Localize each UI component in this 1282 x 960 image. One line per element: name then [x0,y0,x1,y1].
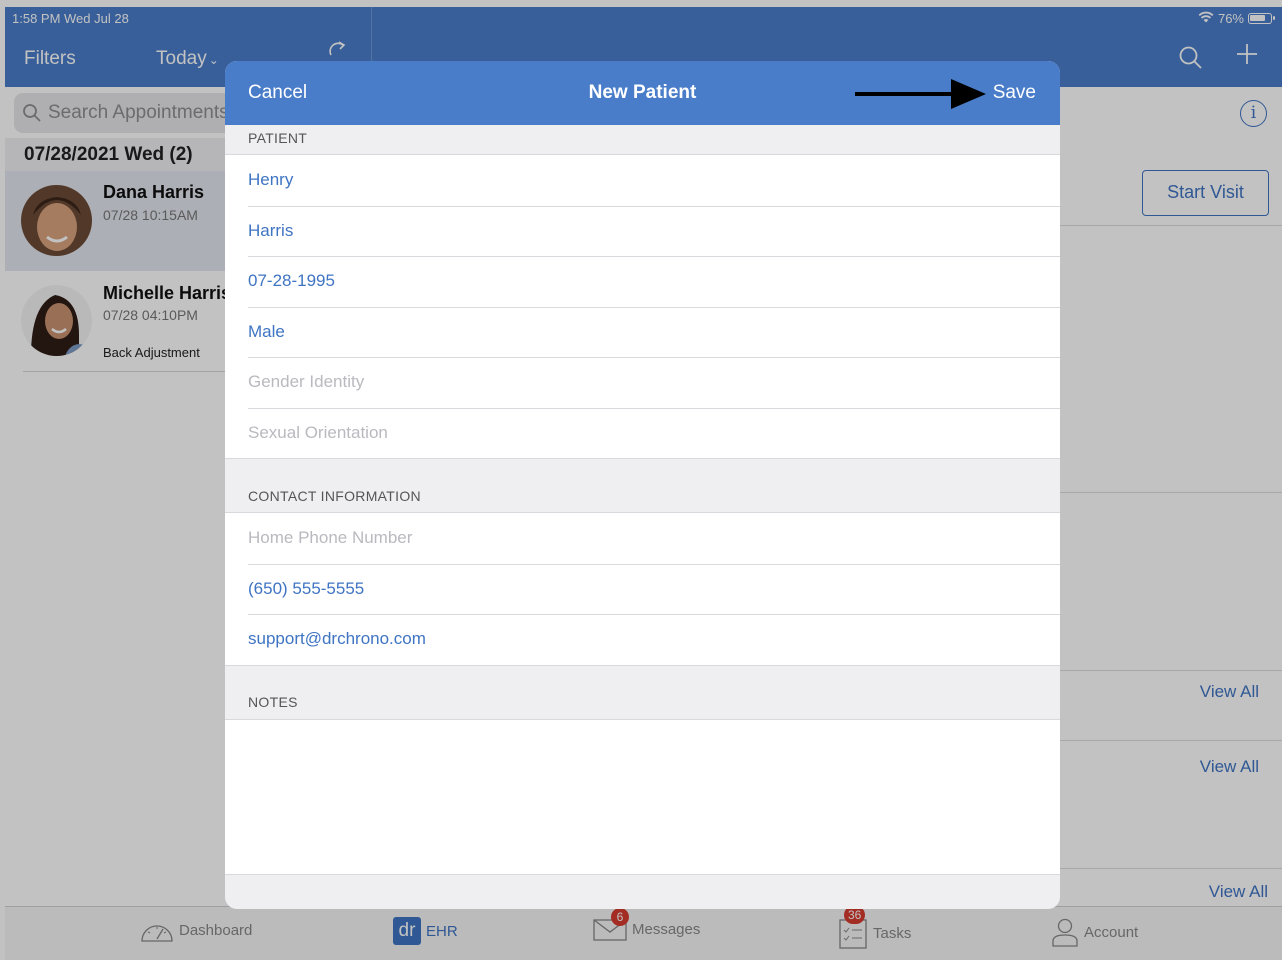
field-row [225,155,1060,206]
field-row [225,513,1060,564]
first-name-field[interactable] [248,155,1028,205]
gender-field[interactable] [248,306,1028,357]
contact-section-label: CONTACT INFORMATION [248,488,421,504]
patient-section-label: PATIENT [248,130,308,146]
field-row [225,563,1060,615]
save-button[interactable]: Save [993,82,1036,104]
cell-phone-field[interactable] [248,563,1028,614]
contact-fields-group [225,512,1060,666]
field-row [225,205,1060,257]
field-row [225,256,1060,307]
arrow-annotation-icon [855,79,986,109]
notes-section-label: NOTES [248,694,298,710]
date-of-birth-field[interactable] [248,256,1028,306]
modal-header: Cancel New Patient Save [225,61,1060,125]
field-row [225,357,1060,408]
field-row [225,306,1060,358]
field-row [225,407,1060,459]
sexual-orientation-field[interactable] [248,407,1028,458]
gender-identity-field[interactable] [248,357,1028,407]
new-patient-modal: Cancel New Patient Save PATIENT CONTACT … [225,61,1060,909]
patient-fields-group [225,154,1060,459]
notes-area [225,719,1060,875]
notes-field[interactable] [225,720,1060,874]
email-field[interactable] [248,614,1028,664]
last-name-field[interactable] [248,205,1028,256]
home-phone-field[interactable] [248,513,1028,563]
cancel-button[interactable]: Cancel [248,82,307,104]
field-row [225,614,1060,665]
